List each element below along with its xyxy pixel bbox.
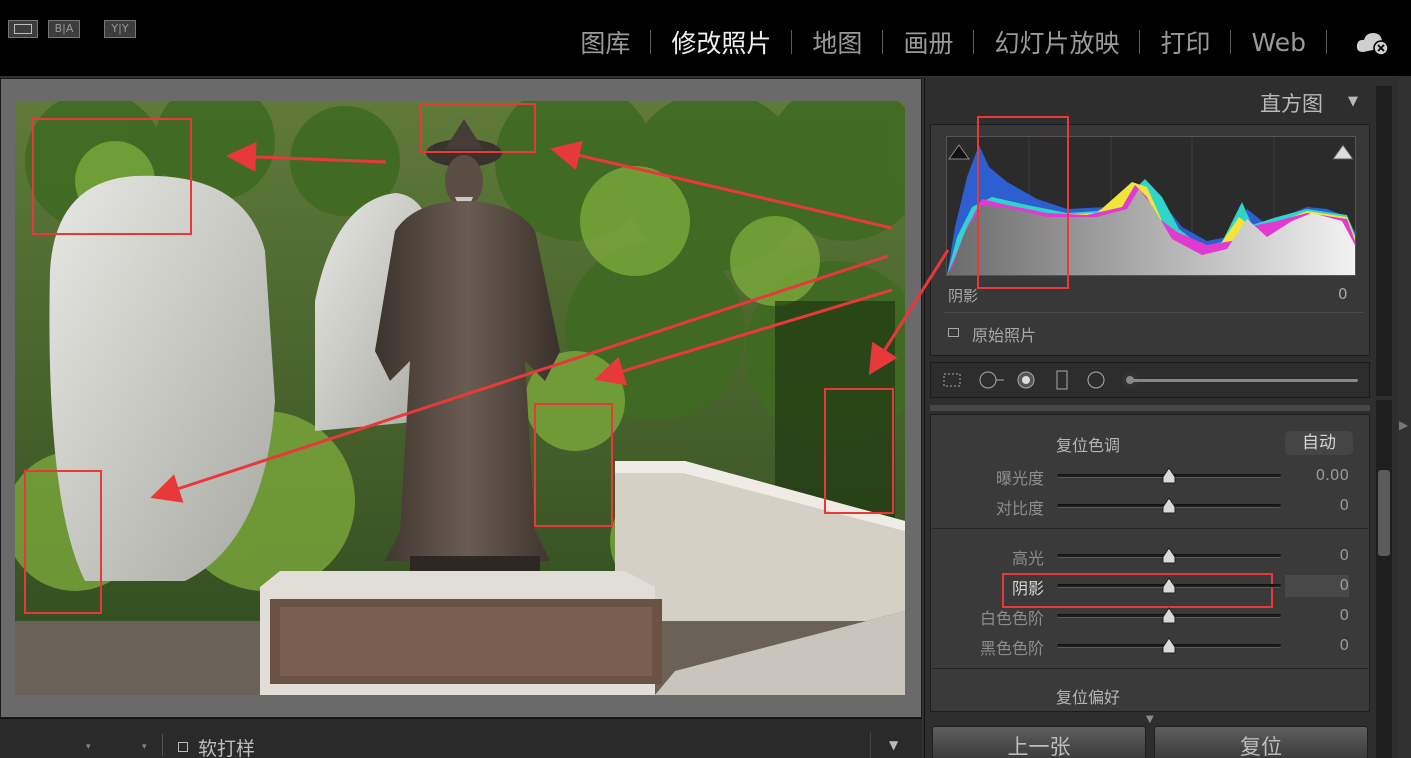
slider-label-2: 高光 [1011,549,1044,568]
slider-value-5[interactable]: 0 [1289,636,1349,654]
annotation-box-foliage-top-left [32,118,192,235]
slider-thumb-5[interactable] [1161,637,1177,655]
slider-thumb-1[interactable] [1161,497,1177,515]
slider-label-3: 阴影 [1011,579,1044,598]
lightroom-develop-window: 图库 修改照片 地图 画册 幻灯片放映 打印 Web B|A ▾ Y|Y ▾ 软… [0,0,1411,758]
module-tab-1[interactable]: 修改照片 [651,24,791,60]
slider-value-3[interactable]: 0 [1289,576,1349,594]
auto-tone-button[interactable]: 自动 [1285,431,1353,455]
slider-value-1[interactable]: 0 [1289,496,1349,514]
panel-toggle-arrow-icon[interactable]: ▶ [1399,418,1408,432]
crop-overlay-icon[interactable] [942,370,962,390]
histogram-readout-label: 阴影 [948,287,979,305]
slider-label-4: 白色色阶 [979,609,1044,628]
panel-scrollbar-track[interactable] [1376,400,1392,758]
soft-proof-checkbox[interactable] [178,742,188,752]
slider-thumb-0[interactable] [1161,467,1177,485]
slider-thumb-4[interactable] [1161,607,1177,625]
before-after-dropdown-icon[interactable]: ▾ [86,742,91,752]
yy-view-button[interactable]: Y|Y [104,20,136,38]
graduated-filter-icon[interactable] [1052,370,1072,390]
panel-end-marker-icon: ▼ [1146,714,1154,725]
slider-label-5: 黑色色阶 [979,639,1044,658]
module-tab-0[interactable]: 图库 [560,24,650,60]
original-photo-label: 原始照片 [972,326,1037,345]
cloud-sync-error-icon[interactable] [1355,30,1391,56]
loupe-icon [14,24,32,34]
module-list: 图库 修改照片 地图 画册 幻灯片放映 打印 Web [560,22,1327,62]
slider-value-4[interactable]: 0 [1289,606,1349,624]
annotation-box-foliage-top [420,103,536,153]
module-tab-2[interactable]: 地图 [792,24,882,60]
panel-scrollbar-thumb[interactable] [1378,470,1390,556]
yy-dropdown-icon[interactable]: ▾ [142,742,147,752]
module-tab-4[interactable]: 幻灯片放映 [974,24,1139,60]
histogram-title[interactable]: 直方图 [1260,88,1323,118]
module-tab-3[interactable]: 画册 [883,24,973,60]
module-tab-6[interactable]: Web [1231,28,1326,57]
reset-tone-label[interactable]: 复位色调 [1056,432,1120,456]
histogram-divider [944,312,1364,313]
module-picker-bar: 图库 修改照片 地图 画册 幻灯片放映 打印 Web [0,0,1411,76]
chevron-down-icon: ▼ [889,738,899,752]
module-separator [1326,30,1327,54]
before-after-view-button[interactable]: B|A [48,20,80,38]
toolbar-divider [162,734,163,756]
annotation-box-foliage-center [534,403,613,527]
basic-panel-header [930,405,1370,411]
module-tab-5[interactable]: 打印 [1140,24,1230,60]
slider-label-0: 曝光度 [995,469,1044,488]
image-toolbar [0,718,922,758]
toolbar-content-menu[interactable]: ▼ [870,732,918,758]
annotation-box-foliage-right [824,388,894,514]
slider-thumb-2[interactable] [1161,547,1177,565]
reset-presence-label[interactable]: 复位偏好 [1056,684,1120,708]
slider-value-2[interactable]: 0 [1289,546,1349,564]
previous-settings-button[interactable]: 上一张 [932,726,1146,758]
red-eye-icon[interactable] [1016,370,1036,390]
presence-section-divider [932,668,1368,669]
tool-strip-track [1130,379,1358,382]
loupe-view-button[interactable] [8,20,38,38]
panel-scrollbar-track-top[interactable] [1376,86,1392,396]
soft-proof-label: 软打样 [198,738,256,758]
original-photo-checkbox[interactable] [948,328,959,337]
tone-section-divider [932,528,1368,529]
slider-thumb-3[interactable] [1161,577,1177,595]
annotation-box-foliage-bottom-left [24,470,102,614]
annotation-box-histogram-shadows [977,116,1069,289]
histogram-collapse-icon[interactable]: ▼ [1348,94,1358,109]
slider-value-0[interactable]: 0.00 [1289,466,1349,484]
reset-button[interactable]: 复位 [1154,726,1368,758]
radial-filter-icon[interactable] [1086,370,1106,390]
slider-label-1: 对比度 [995,499,1044,518]
histogram-readout-value: 0 [1338,285,1348,303]
spot-removal-icon[interactable] [978,370,1006,390]
